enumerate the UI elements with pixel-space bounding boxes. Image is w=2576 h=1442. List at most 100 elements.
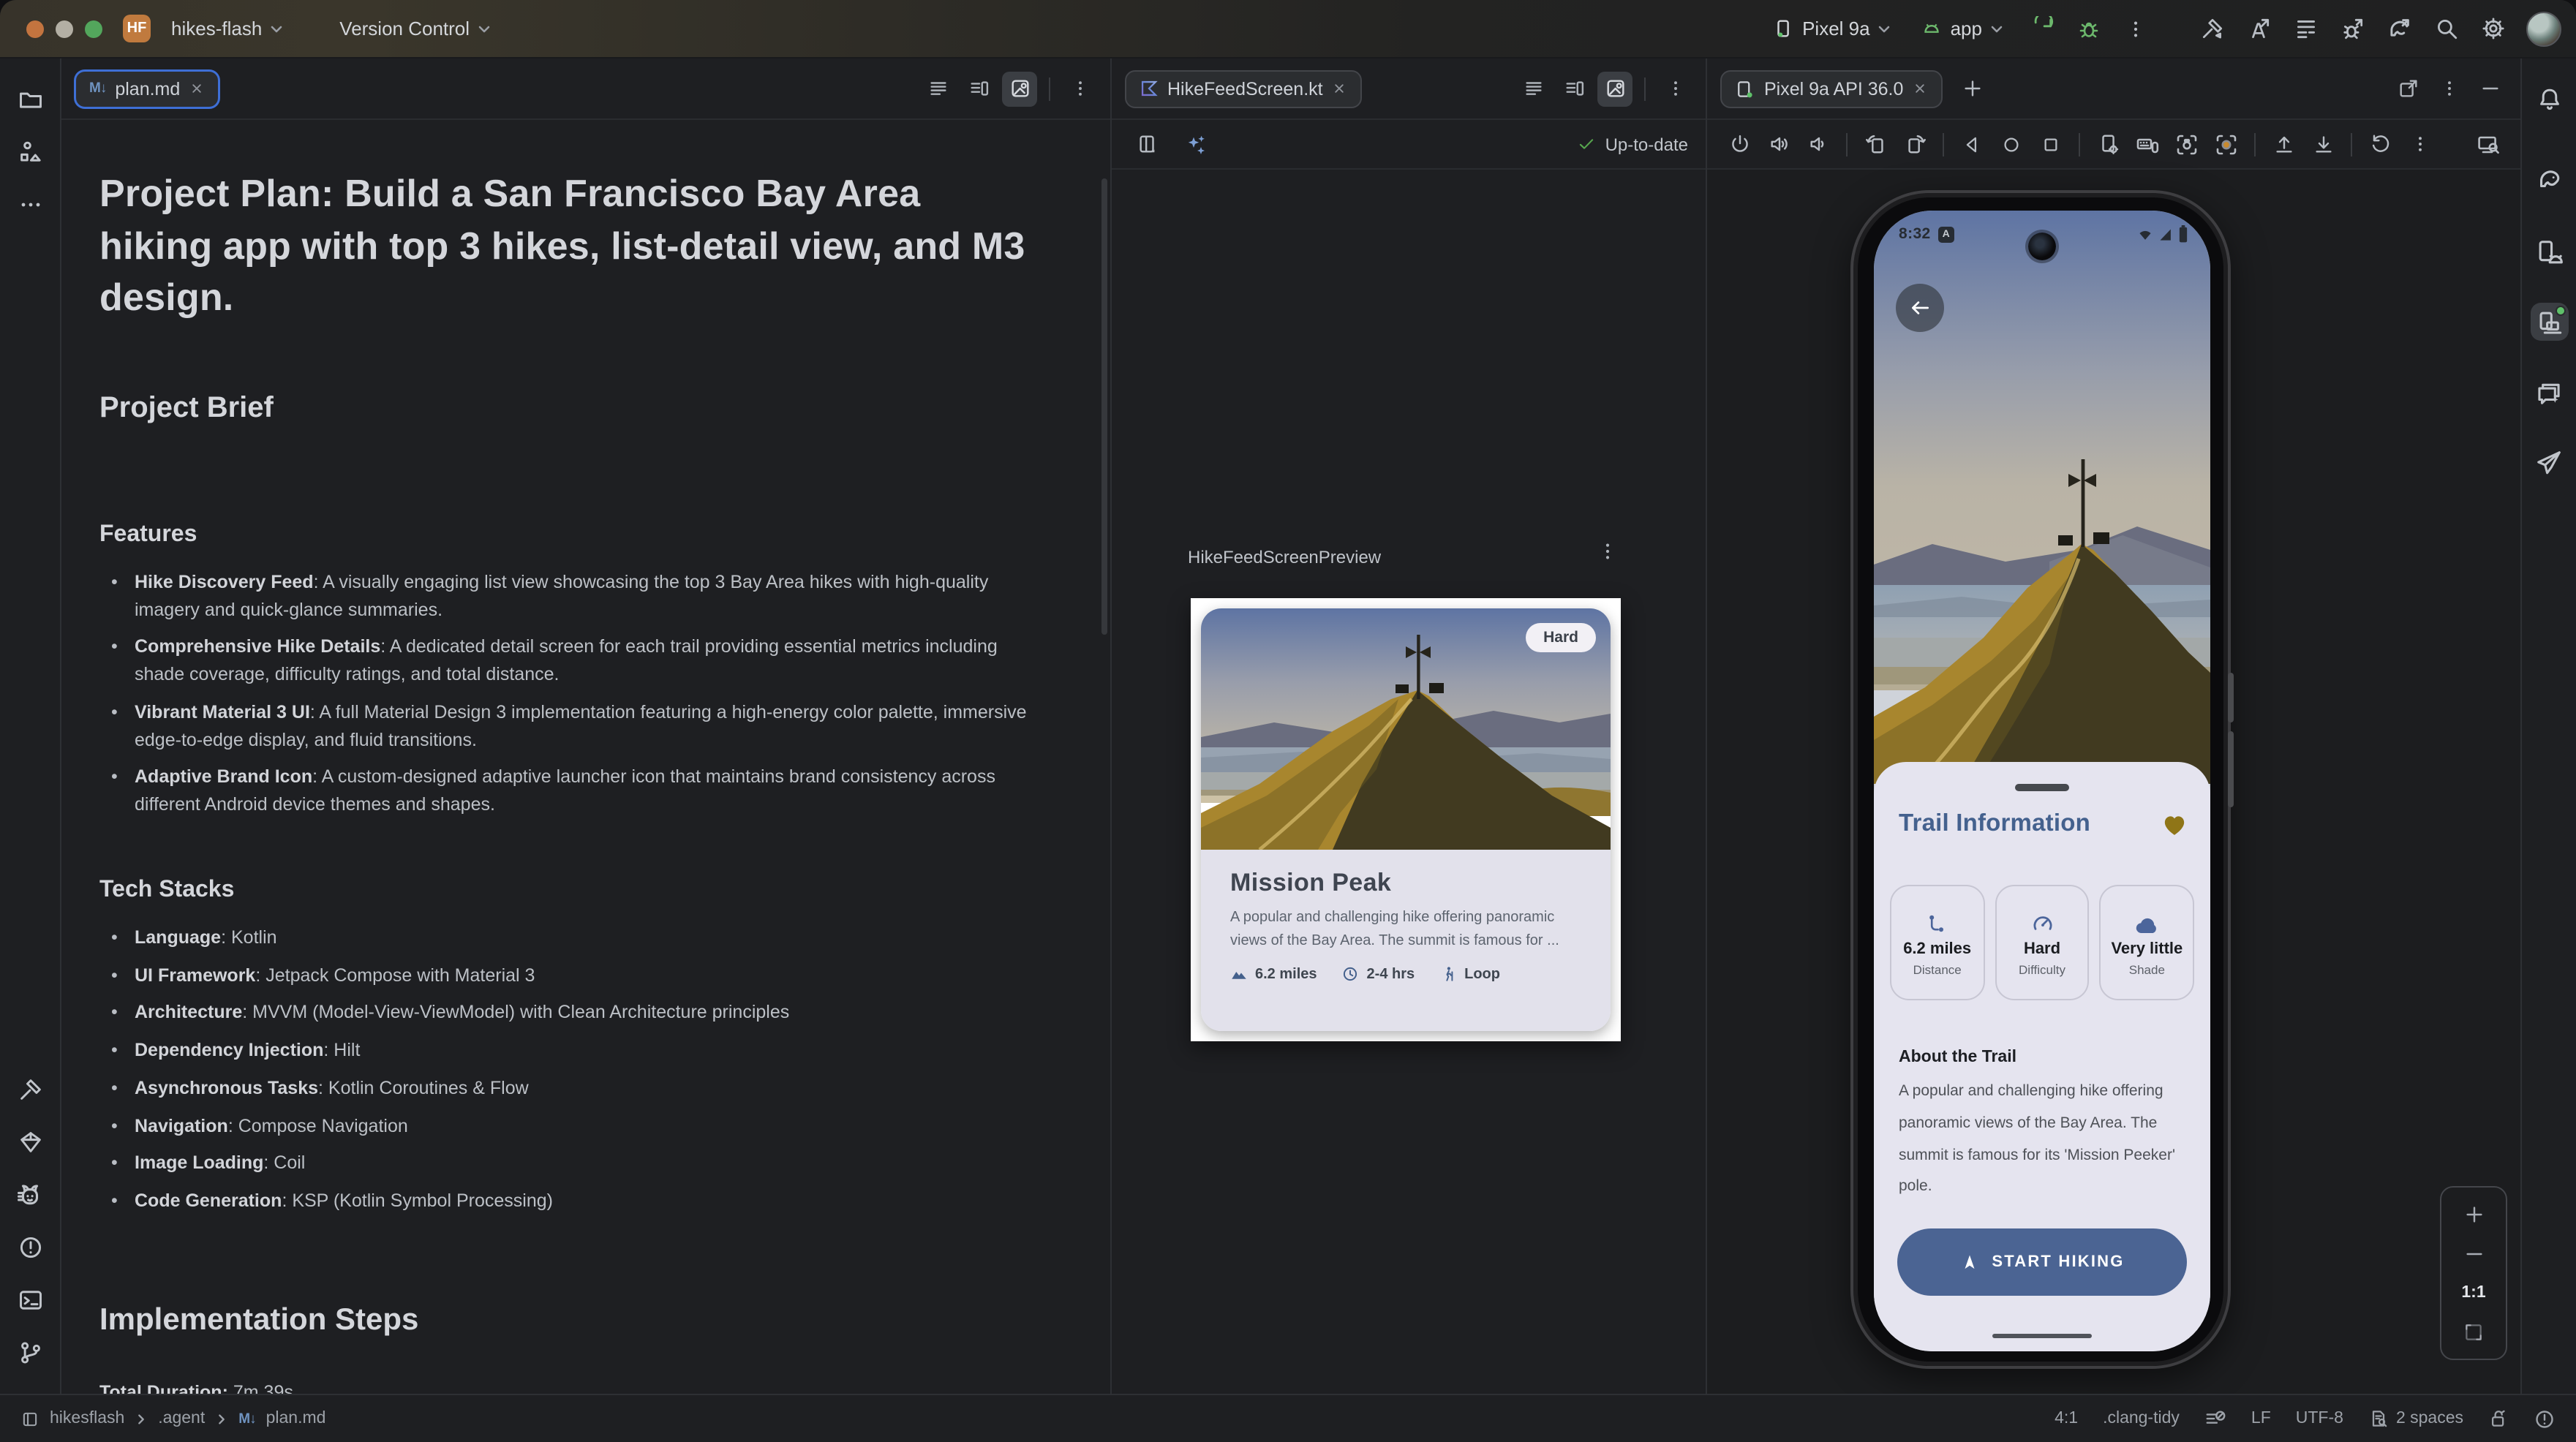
start-hiking-button[interactable]: START HIKING	[1897, 1228, 2187, 1296]
gemini-transform-button[interactable]	[1179, 128, 1214, 160]
rotate-left-button[interactable]	[1858, 128, 1893, 160]
settings-gear-icon[interactable]	[2474, 10, 2512, 48]
minimize-window-button[interactable]	[56, 20, 73, 37]
hardware-input-button[interactable]	[2130, 128, 2165, 160]
android-overview-button[interactable]	[2033, 128, 2068, 160]
search-everywhere-icon[interactable]	[2427, 10, 2465, 48]
formatter-off-icon[interactable]	[2204, 1408, 2226, 1430]
zoom-window-button[interactable]	[85, 20, 102, 37]
close-window-button[interactable]	[26, 20, 44, 37]
gradle-tool-button[interactable]	[2530, 159, 2568, 197]
device-screen[interactable]: 8:32 A	[1874, 211, 2210, 1351]
close-tab-icon[interactable]	[189, 80, 205, 97]
gesture-navigation-bar[interactable]	[1992, 1333, 2092, 1338]
close-tab-icon[interactable]	[1912, 80, 1928, 97]
project-selector[interactable]: hikes-flash	[161, 12, 294, 45]
gradle-sync-button[interactable]	[2380, 10, 2418, 48]
split-view-button[interactable]	[1556, 71, 1592, 106]
breadcrumb-dir[interactable]: .agent	[158, 1410, 205, 1427]
volume-down-button[interactable]	[1801, 128, 1836, 160]
code-view-button[interactable]	[1515, 71, 1551, 106]
event-log-icon[interactable]	[2534, 1408, 2556, 1430]
debug-button[interactable]	[2070, 10, 2108, 48]
device-manager-tool-button[interactable]	[2530, 233, 2568, 271]
build-variants-button[interactable]	[2286, 10, 2324, 48]
preview-name-label[interactable]: HikeFeedScreenPreview	[1188, 547, 1381, 567]
build-tool-button[interactable]	[11, 1071, 49, 1109]
editor-only-view-button[interactable]	[920, 71, 955, 106]
logcat-tool-button[interactable]	[11, 1176, 49, 1214]
structure-tool-button[interactable]	[11, 133, 49, 171]
android-back-button[interactable]	[1954, 128, 1989, 160]
device-selector[interactable]: Pixel 9a	[1763, 12, 1902, 45]
preview-options-kebab[interactable]	[1597, 541, 1618, 562]
tab-options-kebab[interactable]	[1657, 71, 1692, 106]
panel-options-kebab[interactable]	[2431, 71, 2466, 106]
preview-layout-mode-button[interactable]	[1129, 128, 1164, 160]
tab-pixel-9a-api-36[interactable]: Pixel 9a API 36.0	[1720, 69, 1943, 107]
back-button[interactable]	[1896, 284, 1944, 332]
version-control-tool-button[interactable]	[11, 1334, 49, 1372]
markdown-preview-content: Project Plan: Build a San Francisco Bay …	[61, 120, 1110, 1394]
close-tab-icon[interactable]	[1332, 80, 1348, 97]
encoding-widget[interactable]: UTF-8	[2296, 1410, 2343, 1427]
project-tool-button[interactable]	[11, 80, 49, 118]
indent-widget[interactable]: 2 spaces	[2368, 1408, 2463, 1429]
terminal-tool-button[interactable]	[11, 1281, 49, 1319]
screenshot-button[interactable]	[2169, 128, 2204, 160]
add-device-tab-button[interactable]	[1954, 71, 1989, 106]
rotate-right-button[interactable]	[1897, 128, 1932, 160]
profiler-button[interactable]	[2240, 10, 2278, 48]
editor-and-preview-view-button[interactable]	[961, 71, 996, 106]
toolbar-more-kebab[interactable]	[2402, 128, 2437, 160]
version-control-menu[interactable]: Version Control	[329, 12, 502, 45]
problems-tool-button[interactable]	[11, 1228, 49, 1267]
zoom-actual-size-button[interactable]: 1:1	[2456, 1277, 2491, 1309]
rerun-button[interactable]	[2023, 10, 2061, 48]
preview-device-frame[interactable]: Hard Mission Peak A popular and challeng…	[1191, 598, 1621, 1041]
zoom-in-button[interactable]	[2456, 1198, 2491, 1230]
running-devices-tool-button[interactable]	[2530, 303, 2568, 341]
power-button[interactable]	[1722, 128, 1757, 160]
line-separator-widget[interactable]: LF	[2251, 1410, 2271, 1427]
hike-card[interactable]: Hard Mission Peak A popular and challeng…	[1201, 608, 1611, 1031]
run-configuration-selector[interactable]: app	[1911, 12, 2014, 45]
gemini-chat-tool-button[interactable]	[2530, 373, 2568, 411]
build-project-button[interactable]	[2193, 10, 2231, 48]
code-analyzer-widget[interactable]: .clang-tidy	[2103, 1410, 2180, 1427]
sheet-drag-handle[interactable]	[2015, 784, 2069, 790]
travel-mode-plane-button[interactable]	[2530, 443, 2568, 481]
scrollbar-thumb[interactable]	[1101, 178, 1107, 635]
tab-hikefeedscreen-kt[interactable]: HikeFeedScreen.kt	[1125, 69, 1363, 107]
restart-device-button[interactable]	[2362, 128, 2398, 160]
screen-record-button[interactable]	[2209, 128, 2244, 160]
hide-panel-button[interactable]	[2472, 71, 2507, 106]
favorite-heart-icon[interactable]	[2162, 812, 2187, 836]
android-home-button[interactable]	[1994, 128, 2029, 160]
more-actions-kebab[interactable]	[2117, 10, 2155, 48]
tab-options-kebab[interactable]	[1062, 71, 1097, 106]
trail-info-bottom-sheet[interactable]: Trail Information 6.2 miles Distance	[1874, 762, 2210, 1351]
volume-up-button[interactable]	[1761, 128, 1796, 160]
breadcrumb-project[interactable]: hikesflash	[50, 1410, 124, 1427]
device-settings-button[interactable]	[2090, 128, 2125, 160]
more-tool-windows-button[interactable]	[11, 186, 49, 224]
zoom-out-button[interactable]	[2456, 1237, 2491, 1269]
notifications-bell-button[interactable]	[2530, 80, 2568, 118]
zoom-fit-button[interactable]	[2456, 1316, 2491, 1348]
app-inspection-tool-button[interactable]	[11, 1123, 49, 1161]
device-mirroring-settings-icon[interactable]	[2471, 128, 2506, 160]
tab-plan-md[interactable]: M↓ plan.md	[75, 69, 219, 107]
pull-file-button[interactable]	[2305, 128, 2340, 160]
user-avatar[interactable]	[2526, 11, 2561, 46]
open-in-window-button[interactable]	[2390, 71, 2425, 106]
breadcrumb-file[interactable]: plan.md	[266, 1410, 326, 1427]
preview-only-view-button[interactable]	[1002, 71, 1037, 106]
push-file-button[interactable]	[2266, 128, 2301, 160]
file-lock-icon[interactable]	[2488, 1408, 2509, 1429]
design-view-button[interactable]	[1597, 71, 1632, 106]
attach-debugger-button[interactable]	[2333, 10, 2371, 48]
caret-position[interactable]: 4:1	[2055, 1410, 2078, 1427]
about-heading: About the Trail	[1899, 1049, 2016, 1066]
meta-route-type: Loop	[1439, 965, 1500, 983]
